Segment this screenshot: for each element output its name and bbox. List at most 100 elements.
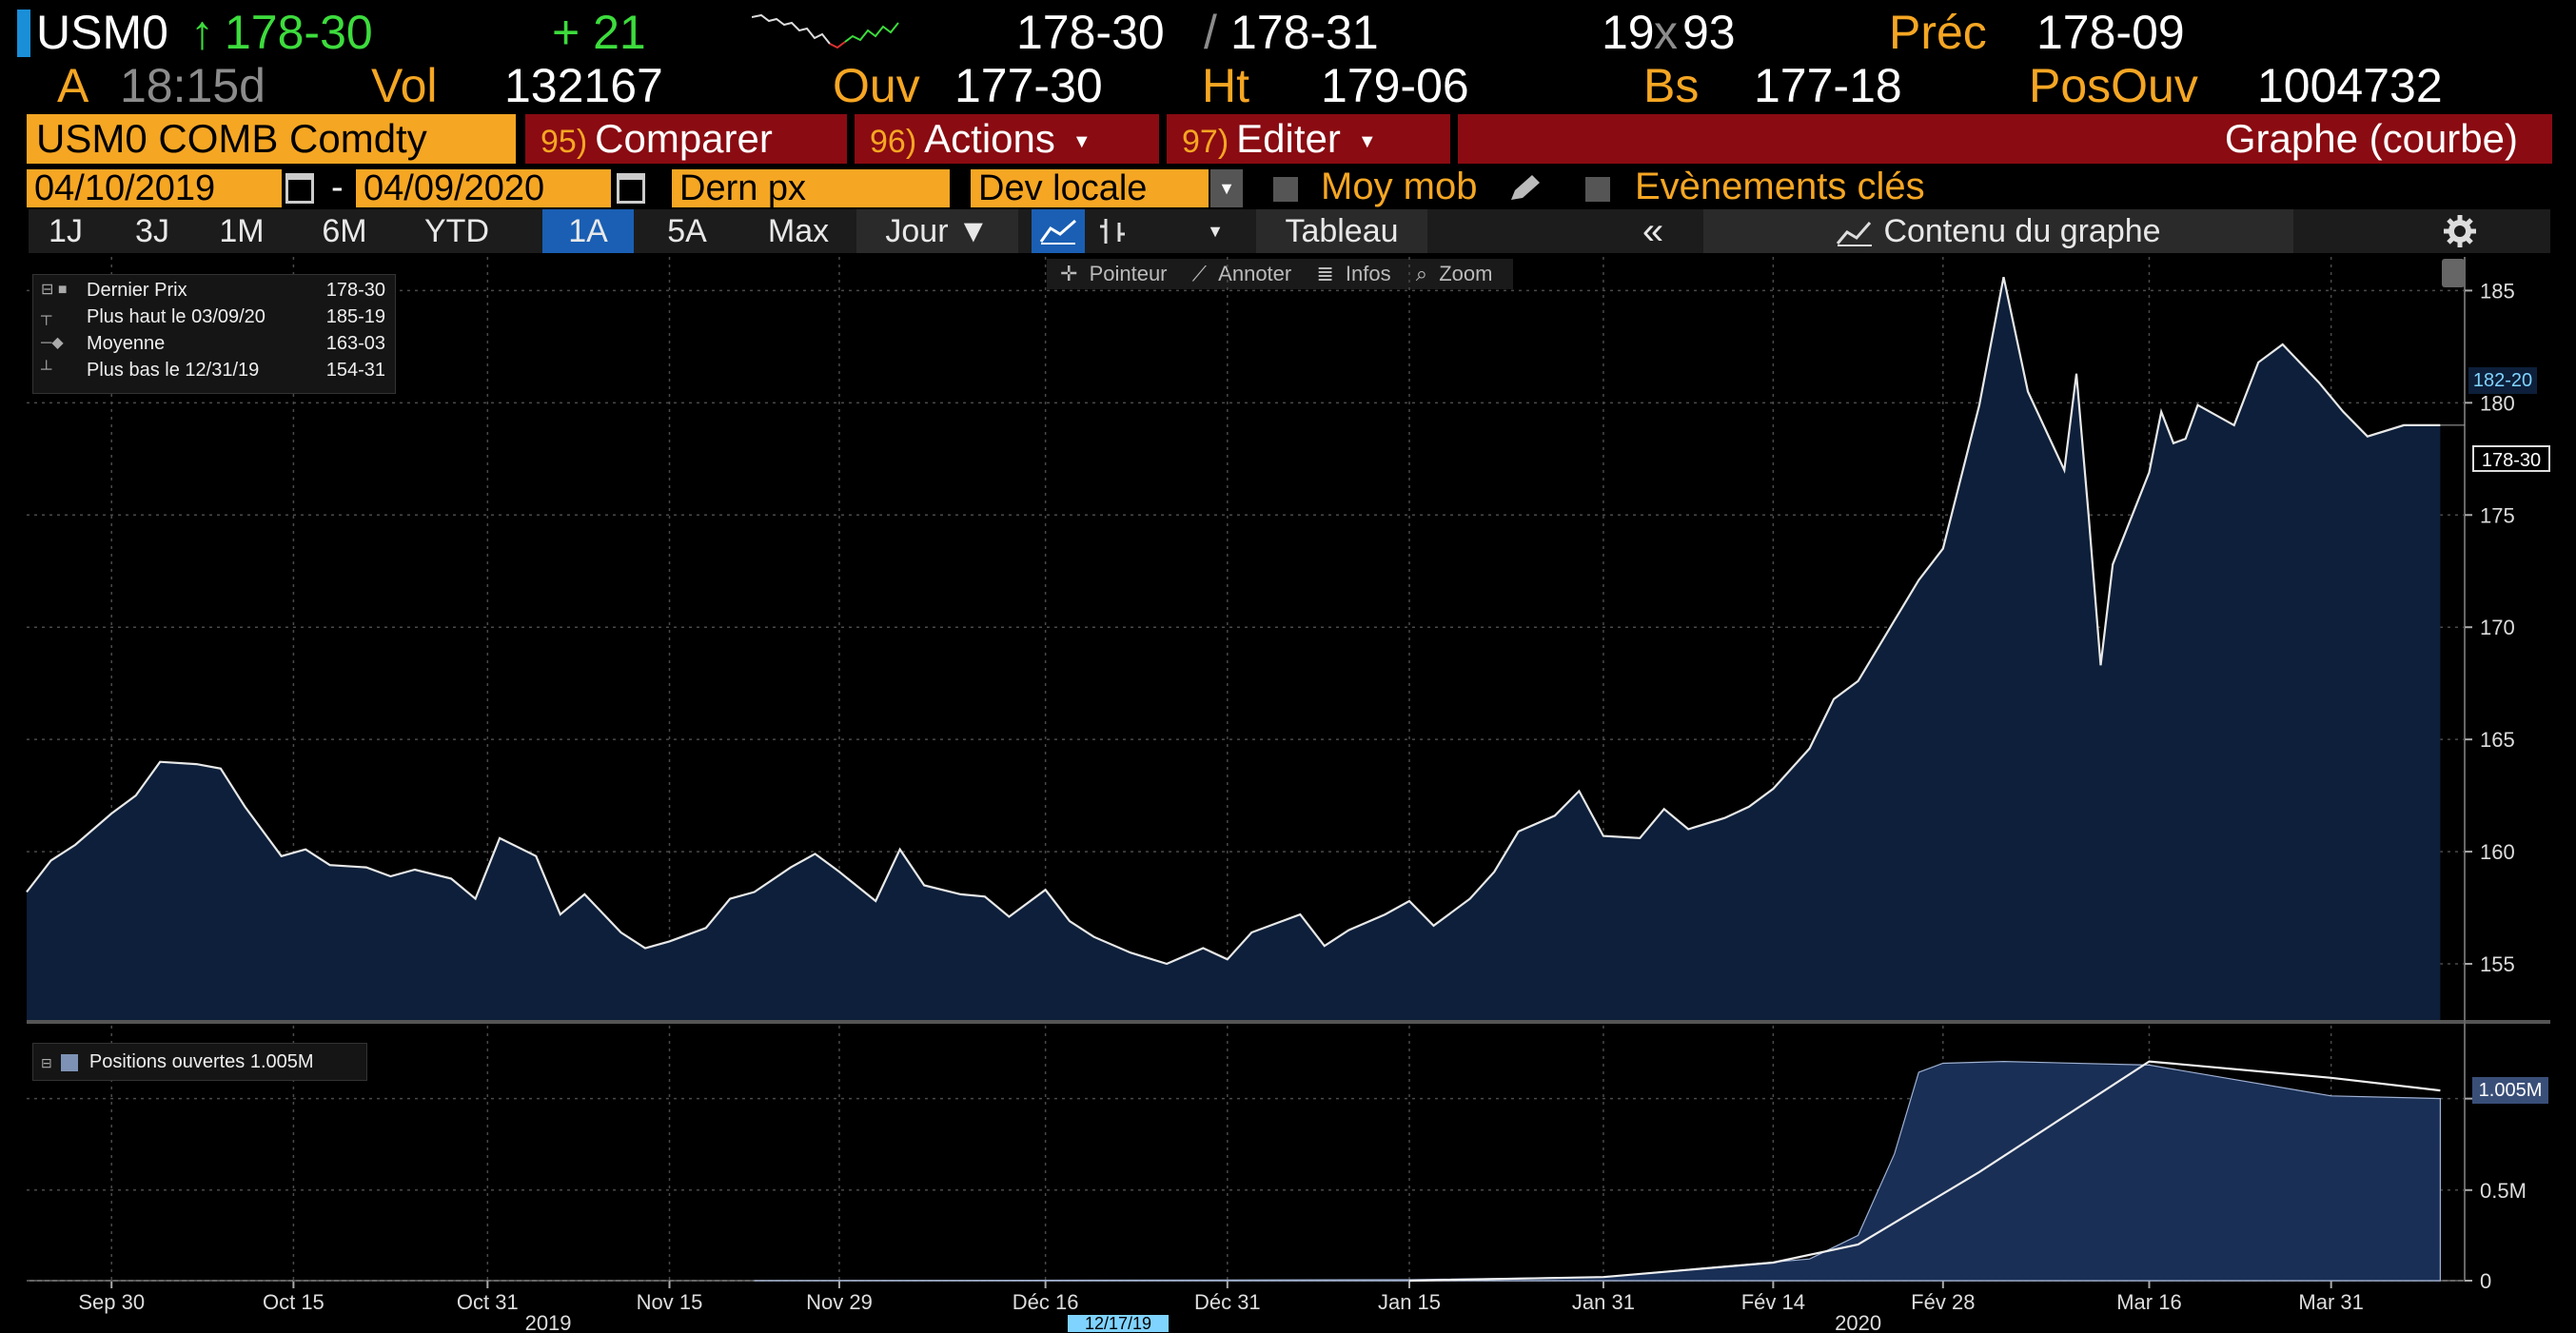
moving-avg-checkbox[interactable] (1273, 177, 1298, 202)
actions-label: Actions (924, 116, 1055, 161)
edit-num: 97) (1182, 124, 1229, 160)
last-price: 178-30 (225, 6, 373, 59)
low-label: Bs (1643, 59, 1700, 112)
period-button-1m[interactable]: 1M (198, 209, 285, 253)
end-date-input[interactable]: 04/09/2020 (356, 169, 611, 207)
last-price-tag: 178-30 (2472, 445, 2550, 472)
prev-close-label: Préc (1889, 6, 1987, 59)
oi-value-tag: 1.005M (2472, 1077, 2548, 1104)
up-arrow-icon: ↑ (190, 6, 214, 59)
legend-row[interactable]: ┬ Plus haut le 03/09/20 185-19 (33, 304, 395, 330)
x-tick-label: Nov 15 (637, 1290, 703, 1314)
period-button-6m[interactable]: 6M (299, 209, 390, 253)
legend-row[interactable]: ┴ Plus bas le 12/31/19 154-31 (33, 357, 395, 383)
ask-size: 93 (1682, 6, 1736, 59)
x-tick-label: Fév 28 (1911, 1290, 1975, 1314)
a-label: A (57, 59, 89, 112)
x-tick-label: Déc 31 (1194, 1290, 1261, 1314)
period-toolbar: 1J 3J 1M 6M YTD 1A 5A Max Jour ▼ ▼ Tableau « Co… (29, 209, 2550, 253)
action-bar: USM0 COMB Comdty 95) Comparer 96) Actions ▼… (0, 114, 2576, 164)
field-selector[interactable]: Dern px (672, 169, 950, 207)
moving-avg-label: Moy mob (1321, 166, 1478, 207)
oi-area (754, 1060, 2442, 1282)
oi-legend[interactable]: ⊟ Positions ouvertes 1.005M (32, 1043, 367, 1081)
currency-selector[interactable]: Dev locale (971, 169, 1209, 207)
volume-label: Vol (371, 59, 438, 112)
period-button-3j[interactable]: 3J (112, 209, 192, 253)
legend-label: Plus haut le 03/09/20 (87, 306, 265, 327)
high-price-tag: 182-20 (2468, 367, 2537, 394)
currency-dropdown-icon[interactable]: ▼ (1210, 169, 1243, 207)
period-button-5a[interactable]: 5A (641, 209, 733, 253)
open-value: 177-30 (954, 59, 1103, 112)
period-button-1a[interactable]: 1A (542, 209, 634, 253)
ask-price: 178-31 (1230, 6, 1379, 59)
x-tick-label: Oct 15 (263, 1290, 324, 1314)
compare-num: 95) (541, 124, 588, 160)
legend-row[interactable]: ─◆ Moyenne 163-03 (33, 330, 395, 357)
net-change: + 21 (552, 6, 646, 59)
y-tick-label: 0.5M (2480, 1179, 2527, 1203)
pencil-icon[interactable] (1505, 173, 1544, 204)
period-button-ytd[interactable]: YTD (403, 209, 510, 253)
x-tick-label: Mar 31 (2298, 1290, 2363, 1314)
end-date-value: 04/09/2020 (364, 168, 545, 208)
prev-close-value: 178-09 (2036, 6, 2185, 59)
graph-title: Graphe (courbe) (2224, 116, 2518, 161)
start-date-value: 04/10/2019 (34, 168, 216, 208)
x-tick-label: Oct 31 (457, 1290, 519, 1314)
table-button[interactable]: Tableau (1256, 209, 1427, 253)
date-separator: - (331, 167, 344, 207)
ticker-marker (17, 10, 30, 57)
x-tick-label: Sep 30 (78, 1290, 145, 1314)
ticker-symbol[interactable]: USM0 (36, 2, 168, 63)
gear-icon[interactable] (2436, 209, 2484, 253)
chevron-down-icon: ▼ (1072, 130, 1091, 152)
open-interest-label: PosOuv (2029, 59, 2198, 112)
x-tick-label: Fév 14 (1741, 1290, 1805, 1314)
chart-type-dropdown-icon[interactable]: ▼ (1191, 209, 1239, 253)
actions-menu[interactable]: 96) Actions ▼ (855, 114, 1159, 164)
low-value: 177-18 (1754, 59, 1902, 112)
legend-marker-icon: ⊟ ■ (41, 282, 68, 298)
field-value: Dern px (679, 168, 807, 208)
key-events-checkbox[interactable] (1585, 177, 1610, 202)
edit-menu[interactable]: 97) Editer ▼ (1167, 114, 1450, 164)
bid-ask-separator: / (1204, 6, 1217, 59)
bid-size: 19 (1602, 6, 1655, 59)
period-button-max[interactable]: Max (746, 209, 851, 253)
edit-label: Editer (1236, 116, 1341, 161)
legend-row[interactable]: ⊟ ■ Dernier Prix 178-30 (33, 277, 395, 304)
legend-marker-icon: ─◆ (41, 335, 64, 351)
volume-value: 132167 (504, 59, 663, 112)
start-date-input[interactable]: 04/10/2019 (27, 169, 282, 207)
legend-value: 163-03 (325, 333, 385, 354)
oi-legend-swatch (61, 1053, 79, 1071)
x-tick-label: Jan 15 (1378, 1290, 1441, 1314)
oi-legend-label: Positions ouvertes 1.005M (88, 1051, 314, 1072)
legend-marker-icon: ┴ (41, 362, 52, 378)
chart-contents-button[interactable]: Contenu du graphe (1703, 209, 2293, 253)
compare-label: Comparer (595, 116, 773, 161)
price-legend[interactable]: ⊟ ■ Dernier Prix 178-30 ┬ Plus haut le 03/09… (32, 274, 396, 394)
bar-chart-icon[interactable] (1087, 209, 1140, 253)
legend-label: Dernier Prix (87, 280, 187, 301)
bid-price: 178-30 (1016, 6, 1165, 59)
high-label: Ht (1202, 59, 1249, 112)
oi-legend-toggle-icon[interactable]: ⊟ (41, 1055, 52, 1070)
period-button-1j[interactable]: 1J (32, 209, 99, 253)
year-label: 2020 (1835, 1311, 1881, 1332)
calendar-icon[interactable] (617, 173, 645, 204)
security-label: USM0 COMB Comdty (36, 116, 427, 161)
compare-button[interactable]: 95) Comparer (525, 114, 847, 164)
y-tick-label: 155 (2480, 952, 2515, 976)
x-tick-label: Jan 31 (1572, 1290, 1635, 1314)
security-field[interactable]: USM0 COMB Comdty (27, 114, 516, 164)
currency-value: Dev locale (978, 168, 1148, 208)
chart-area[interactable]: 155 160 165 170 175 180 185 Sep 30 Oct 15 Oct 31 N… (0, 257, 2576, 1332)
chevron-down-icon: ▼ (1357, 130, 1377, 152)
line-chart-icon[interactable] (1032, 209, 1085, 253)
calendar-icon[interactable] (285, 173, 314, 204)
frequency-selector[interactable]: Jour ▼ (856, 209, 1018, 253)
collapse-icon[interactable]: « (1629, 209, 1677, 253)
